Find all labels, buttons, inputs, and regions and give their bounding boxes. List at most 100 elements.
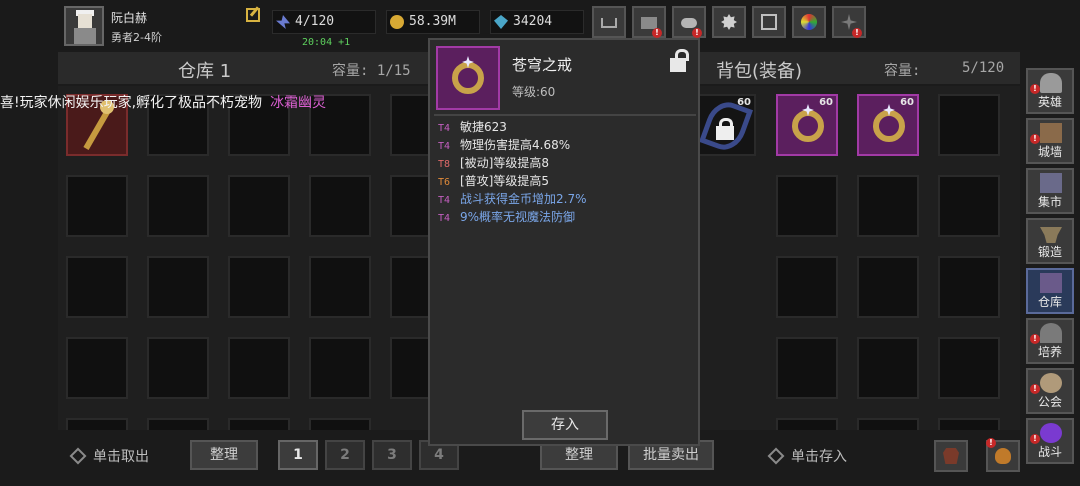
warehouse-slot[interactable] xyxy=(147,337,209,399)
potion-icon xyxy=(995,448,1011,464)
tooltip-divider xyxy=(434,114,696,116)
warehouse-slot[interactable] xyxy=(309,337,371,399)
deposit-button[interactable]: 存入 xyxy=(522,410,608,440)
warehouse-slot[interactable] xyxy=(66,175,128,237)
armor-button[interactable] xyxy=(934,440,968,472)
stat-tier: T4 xyxy=(438,213,451,224)
stat-line: T4 物理伤害提高4.68% xyxy=(438,136,570,153)
bag-slot[interactable] xyxy=(776,337,838,399)
bag-slot[interactable] xyxy=(857,337,919,399)
page-button-1[interactable]: 1 xyxy=(278,440,318,470)
warehouse-slot[interactable] xyxy=(147,175,209,237)
item-level: 60 xyxy=(737,97,751,108)
bag-slot-ring[interactable]: 60 xyxy=(857,94,919,156)
announcement-banner: 喜!玩家休闲娱乐玩家,孵化了极品不朽宠物 冰霜幽灵 xyxy=(0,92,326,114)
sidebar-label: 仓库 xyxy=(1037,295,1062,309)
bag-slot[interactable] xyxy=(776,175,838,237)
sidebar-item-warehouse[interactable]: 仓库 xyxy=(1026,268,1074,314)
sidebar-label: 英雄 xyxy=(1037,95,1062,109)
unlock-icon[interactable] xyxy=(670,49,689,72)
bag-capacity-label: 容量: xyxy=(884,63,921,79)
announcement-text: 喜!玩家休闲娱乐玩家,孵化了极品不朽宠物 xyxy=(0,95,263,111)
bag-slot[interactable] xyxy=(938,418,1000,430)
bag-slot[interactable] xyxy=(857,256,919,318)
warehouse-slot[interactable] xyxy=(228,418,290,430)
sidebar-item-battle[interactable]: ! 战斗 xyxy=(1026,418,1074,464)
sidebar-item-cultivate[interactable]: ! 培养 xyxy=(1026,318,1074,364)
bag-slot[interactable] xyxy=(857,418,919,430)
bag-slot[interactable] xyxy=(857,175,919,237)
shop-button[interactable] xyxy=(592,6,626,38)
game-badge: ! xyxy=(692,28,702,38)
sidebar-item-market[interactable]: 集市 xyxy=(1026,168,1074,214)
gift-icon xyxy=(761,14,777,30)
tooltip-item-icon xyxy=(436,46,500,110)
item-tooltip: 苍穹之戒 等级:60 T4 敏捷623 T4 物理伤害提高4.68% T8 [被动]等… xyxy=(428,38,700,446)
item-name: 苍穹之戒 xyxy=(512,56,573,74)
page-button-3[interactable]: 3 xyxy=(372,440,412,470)
sidebar-item-hero[interactable]: ! 英雄 xyxy=(1026,68,1074,114)
settings-button[interactable] xyxy=(712,6,746,38)
bag-slot-ring[interactable]: 60 xyxy=(776,94,838,156)
wheel-button[interactable] xyxy=(792,6,826,38)
bag-header: 背包(装备) 容量: 5/120 xyxy=(700,52,1020,84)
sort-button[interactable]: 整理 xyxy=(190,440,258,470)
sidebar-label: 锻造 xyxy=(1037,245,1062,259)
sidebar-item-forge[interactable]: 锻造 xyxy=(1026,218,1074,264)
item-level-text: 等级:60 xyxy=(512,85,556,99)
mail-button[interactable]: ! xyxy=(632,6,666,38)
gold-value: 58.39M xyxy=(409,14,456,29)
avatar[interactable] xyxy=(64,6,104,46)
warehouse-header: 仓库 1 容量: 1/15 xyxy=(58,52,428,84)
game-button[interactable]: ! xyxy=(672,6,706,38)
cart-icon xyxy=(601,18,617,28)
warehouse-slot[interactable] xyxy=(147,418,209,430)
potion-button[interactable]: ! xyxy=(986,438,1020,472)
warehouse-slot[interactable] xyxy=(228,175,290,237)
page-button-2[interactable]: 2 xyxy=(325,440,365,470)
guild-icon xyxy=(1040,373,1062,393)
mail-badge: ! xyxy=(652,28,662,38)
coin-icon xyxy=(390,15,404,29)
stat-text: [普攻]等级提高5 xyxy=(460,174,549,188)
item-level: 60 xyxy=(900,97,914,108)
avatar-face xyxy=(78,14,92,28)
energy-display: 4/120 xyxy=(272,10,376,34)
gift-button[interactable] xyxy=(752,6,786,38)
bag-slot[interactable] xyxy=(776,418,838,430)
bag-slot[interactable] xyxy=(776,256,838,318)
edit-icon[interactable] xyxy=(246,8,260,22)
sidebar-item-guild[interactable]: ! 公会 xyxy=(1026,368,1074,414)
warehouse-slot[interactable] xyxy=(309,256,371,318)
warehouse-slot[interactable] xyxy=(66,337,128,399)
warehouse-slot[interactable] xyxy=(147,256,209,318)
bag-slot[interactable] xyxy=(938,94,1000,156)
bag-slot[interactable] xyxy=(938,175,1000,237)
sidebar-label: 集市 xyxy=(1037,195,1062,209)
avatar-body xyxy=(74,28,96,44)
warehouse-slot[interactable] xyxy=(390,337,428,399)
warehouse-slot[interactable] xyxy=(228,256,290,318)
deposit-hint: 单击存入 xyxy=(791,449,847,465)
player-name: 阮白赫 xyxy=(111,11,148,25)
bag-slot[interactable] xyxy=(938,337,1000,399)
event-button[interactable]: ! xyxy=(832,6,866,38)
market-icon xyxy=(1040,173,1062,193)
warehouse-slot[interactable] xyxy=(228,337,290,399)
warehouse-slot[interactable] xyxy=(66,418,128,430)
warehouse-slot[interactable] xyxy=(309,418,371,430)
lightning-icon xyxy=(276,15,290,29)
warehouse-slot[interactable] xyxy=(390,94,428,156)
warehouse-slot[interactable] xyxy=(390,175,428,237)
warehouse-slot[interactable] xyxy=(390,256,428,318)
bag-capacity-value: 5/120 xyxy=(962,60,1005,76)
sidebar-item-wall[interactable]: ! 城墙 xyxy=(1026,118,1074,164)
warehouse-slot[interactable] xyxy=(309,175,371,237)
take-out-hint: 单击取出 xyxy=(93,449,149,465)
bag-slot-bow[interactable]: 60 xyxy=(700,94,756,156)
warehouse-slot[interactable] xyxy=(66,256,128,318)
gem-display: 34204 xyxy=(490,10,584,34)
bag-slot[interactable] xyxy=(938,256,1000,318)
stat-text: 敏捷623 xyxy=(460,120,507,134)
stat-text: 9%概率无视魔法防御 xyxy=(460,210,576,224)
